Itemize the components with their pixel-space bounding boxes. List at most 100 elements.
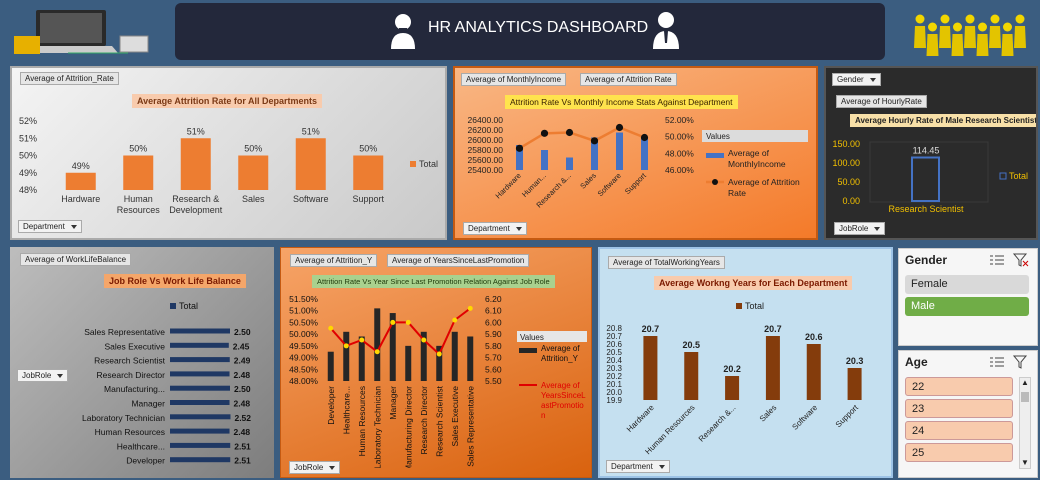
businessman-icon (651, 9, 681, 51)
legend-title: Values (520, 333, 544, 342)
data-label: 2.50 (234, 384, 251, 394)
y-tick-label: Developer (126, 456, 165, 466)
bar (725, 376, 740, 400)
scroll-up-icon[interactable]: ▲ (1021, 378, 1029, 387)
x-tick-label: Support (623, 170, 649, 196)
field-button[interactable]: Average of Attrition_Rate (20, 72, 119, 85)
line-point (374, 349, 380, 355)
x-tick-label: Sales (242, 194, 265, 204)
income-vs-attrition-panel: Average of MonthlyIncome Average of Attr… (453, 66, 818, 240)
user-icon (389, 11, 417, 51)
field-button-promotion[interactable]: Average of YearsSinceLastPromotion (387, 254, 530, 267)
bar (643, 336, 658, 400)
legend-label: Average of Attrition (728, 177, 800, 187)
hourly-rate-panel: Gender Average of HourlyRate Average Hou… (824, 66, 1038, 240)
bar (295, 138, 326, 190)
slicer-scrollbar[interactable]: ▲ ▼ (1019, 377, 1031, 469)
data-label: 51% (187, 126, 205, 136)
legend-swatch (999, 172, 1007, 180)
person-body (1001, 34, 1014, 56)
field-button[interactable]: Average of TotalWorkingYears (608, 256, 725, 269)
multi-select-icon[interactable] (989, 355, 1005, 371)
person-head (1003, 22, 1012, 32)
legend-label: Average of (541, 381, 580, 390)
x-tick-label: Human (124, 194, 153, 204)
y-tick-label: Manager (131, 399, 165, 409)
slicer-item-age[interactable]: 23 (905, 399, 1013, 418)
bar (405, 345, 412, 381)
bar (170, 385, 230, 391)
gender-filter[interactable]: Gender (832, 73, 881, 86)
field-button-attrition[interactable]: Average of Attrition Rate (580, 73, 677, 86)
jobrole-filter[interactable]: JobRole (289, 461, 341, 474)
bar (123, 155, 154, 190)
bar (541, 150, 548, 170)
slicer-item-male[interactable]: Male (905, 297, 1029, 316)
field-button-attrition[interactable]: Average of Attrition_Y (290, 254, 378, 267)
scroll-thumb[interactable] (1021, 392, 1029, 402)
x-tick-label: Hardware (494, 171, 523, 200)
person-head (915, 14, 925, 24)
department-filter[interactable]: Department (18, 220, 82, 233)
bar (911, 156, 940, 203)
chart-title: Average Hourly Rate of Male Research Sci… (850, 114, 1036, 127)
slicer-item-female[interactable]: Female (905, 275, 1029, 294)
y-tick-label: 48.50% (289, 364, 318, 374)
y-tick-label: 100.00 (832, 158, 860, 168)
y-tick-label: 20.3 (606, 364, 622, 373)
y2-tick-label: 5.60 (485, 364, 502, 374)
bar (170, 371, 230, 377)
y2-tick-label: 6.10 (485, 306, 502, 316)
y2-tick-label: 6.00 (485, 317, 502, 327)
line-point (565, 128, 574, 137)
page-title: HR ANALYTICS DASHBOARD (428, 19, 649, 36)
hourly-rate-bar-chart: 0.00 50.00 100.00 150.00 114.45 Research Scie… (832, 139, 1028, 214)
y-tick-label: 52% (19, 116, 37, 126)
jobrole-filter[interactable]: JobRole (834, 222, 886, 235)
bar (353, 155, 384, 190)
x-tick-label: Manufacturing Director (403, 386, 413, 468)
series-line (330, 307, 471, 356)
x-tick-label: Research Director (419, 386, 429, 455)
bar (238, 155, 269, 190)
x-tick-label: Sales Executive (450, 386, 460, 447)
y-tick-label: 49.00% (289, 353, 318, 363)
data-label: 114.45 (913, 146, 940, 156)
data-label: 49% (72, 161, 90, 171)
legend-label: YearsSinceL (541, 391, 586, 400)
y-tick-label: 50.00 (837, 177, 860, 187)
series-line (518, 126, 645, 150)
x-tick-label: Software (596, 171, 623, 198)
chart-title: Attrition Rate Vs Monthly Income Stats A… (505, 95, 738, 109)
y2-tick-label: 46.00% (665, 165, 694, 175)
data-label: 2.48 (234, 370, 251, 380)
field-button[interactable]: Average of HourlyRate (836, 95, 927, 108)
y-tick-label: 25400.00 (468, 165, 504, 175)
bar (170, 342, 229, 348)
slicer-item-age[interactable]: 22 (905, 377, 1013, 396)
y-tick-label: Sales Executive (105, 341, 166, 351)
legend-swatch (170, 303, 176, 309)
y2-tick-label: 48.00% (665, 148, 694, 158)
field-button[interactable]: Average of WorkLifeBalance (20, 253, 132, 266)
clear-filter-icon[interactable] (1012, 253, 1029, 269)
data-label: 50% (129, 144, 147, 154)
department-filter[interactable]: Department (463, 222, 527, 235)
legend-label: n (541, 411, 545, 420)
bar (467, 336, 474, 381)
x-tick-label: Sales (578, 171, 598, 191)
line-point (590, 137, 599, 145)
slicer-item-age[interactable]: 24 (905, 421, 1013, 440)
field-button-income[interactable]: Average of MonthlyIncome (461, 73, 567, 86)
filter-icon[interactable] (1012, 355, 1029, 371)
bar (170, 328, 230, 334)
slicer-item-age[interactable]: 25 (905, 443, 1013, 462)
legend-swatch (706, 153, 724, 158)
person-body (989, 26, 1001, 48)
multi-select-icon[interactable] (989, 253, 1005, 269)
y2-tick-label: 5.90 (485, 329, 502, 339)
y-tick-label: Human Resources (95, 427, 165, 437)
department-filter[interactable]: Department (606, 460, 670, 473)
bar (170, 457, 231, 463)
scroll-down-icon[interactable]: ▼ (1021, 458, 1029, 467)
